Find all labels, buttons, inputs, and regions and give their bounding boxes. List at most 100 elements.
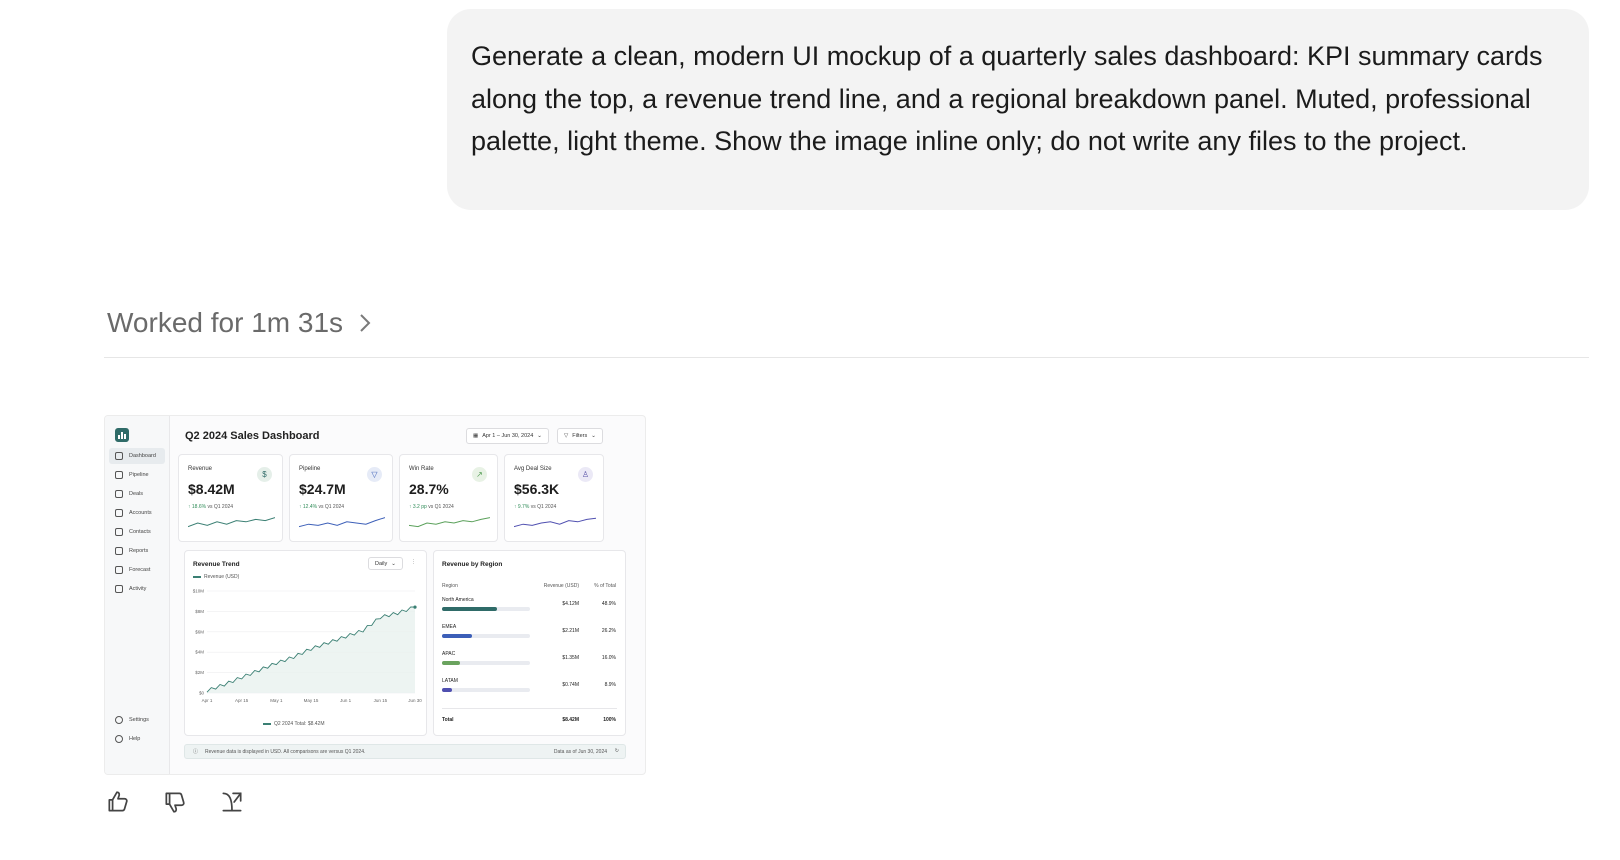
x-tick-label: May 1 — [270, 698, 283, 703]
region-bar-track — [442, 634, 530, 638]
logo-icon — [115, 428, 129, 442]
kpi-card-pipeline[interactable]: Pipeline $24.7M ▽ ↑ 12.4% vs Q1 2024 — [289, 454, 393, 542]
revenue-trend-panel: Revenue Trend Daily ⌄ ⋮ Revenue (USD) $0… — [184, 550, 427, 736]
legend-swatch — [193, 576, 201, 578]
region-name: EMEA — [442, 624, 457, 630]
kpi-delta: 9.7% — [517, 504, 530, 510]
y-tick-label: $6M — [195, 629, 204, 634]
gear-icon — [115, 716, 123, 724]
region-row[interactable]: LATAM $0.74M 8.9% — [434, 678, 625, 702]
kpi-card-revenue[interactable]: Revenue $8.42M $ ↑ 18.6% vs Q1 2024 — [178, 454, 283, 542]
col-region: Region — [442, 583, 458, 589]
kpi-change: ↑ 3.2 pp vs Q1 2024 — [409, 504, 454, 510]
thumbs-up-icon — [108, 791, 128, 812]
kpi-value: 28.7% — [409, 481, 449, 497]
footer-note: Revenue data is displayed in USD. All co… — [205, 749, 366, 755]
sidebar-item-label: Dashboard — [129, 453, 156, 459]
y-tick-label: $2M — [195, 670, 204, 675]
sparkline-path — [514, 517, 596, 528]
kpi-sparkline — [299, 517, 385, 528]
sidebar-item-pipeline[interactable]: Pipeline — [109, 467, 165, 483]
date-range-picker[interactable]: ▦ Apr 1 – Jun 30, 2024 ⌄ — [466, 428, 549, 444]
kpi-label: Revenue — [188, 466, 213, 472]
kpi-card-win-rate[interactable]: Win Rate 28.7% ↗ ↑ 3.2 pp vs Q1 2024 — [399, 454, 498, 542]
worked-toggle[interactable]: Worked for 1m 31s — [107, 307, 373, 339]
sidebar-item-label: Help — [129, 736, 141, 742]
x-tick-label: Jun 15 — [374, 698, 388, 703]
tray-icon — [115, 490, 123, 498]
share-button[interactable] — [218, 788, 246, 816]
sidebar-item-forecast[interactable]: Forecast — [109, 562, 165, 578]
divider — [104, 357, 1589, 358]
sidebar-item-reports[interactable]: Reports — [109, 543, 165, 559]
y-tick-label: $4M — [195, 650, 204, 655]
total-pct: 100% — [603, 717, 616, 723]
kpi-compare: vs Q1 2024 — [530, 504, 557, 510]
sparkline-path — [409, 517, 490, 528]
kpi-change: ↑ 18.6% vs Q1 2024 — [188, 504, 233, 510]
sidebar-item-label: Activity — [129, 586, 147, 592]
refresh-icon[interactable]: ↻ — [615, 748, 619, 754]
chevron-right-icon — [360, 314, 371, 332]
total-divider — [442, 708, 617, 709]
region-revenue: $0.74M — [562, 682, 579, 688]
sidebar-item-label: Contacts — [129, 529, 151, 535]
region-name: North America — [442, 597, 474, 603]
x-tick-label: Jun 30 — [408, 698, 422, 703]
thumbs-up-button[interactable] — [104, 788, 132, 816]
sidebar-item-contacts[interactable]: Contacts — [109, 524, 165, 540]
kpi-delta: 12.4% — [302, 504, 318, 510]
trend-total-label: Q2 2024 Total: $8.42M — [274, 721, 325, 727]
region-row[interactable]: North America $4.12M 48.9% — [434, 597, 625, 621]
user-message-text: Generate a clean, modern UI mockup of a … — [471, 41, 1543, 156]
region-row[interactable]: APAC $1.35M 16.0% — [434, 651, 625, 675]
sidebar-item-label: Accounts — [129, 510, 152, 516]
x-tick-label: Apr 1 — [202, 698, 213, 703]
x-tick-label: Apr 15 — [235, 698, 249, 703]
sidebar-item-label: Deals — [129, 491, 144, 497]
period-select[interactable]: Daily ⌄ — [368, 557, 403, 570]
more-options-icon[interactable]: ⋮ — [411, 559, 416, 565]
footer-as-of: Data as of Jun 30, 2024 — [553, 749, 607, 755]
region-revenue: $1.35M — [562, 655, 579, 661]
sidebar-item-activity[interactable]: Activity — [109, 581, 165, 597]
kpi-card-avg-deal-size[interactable]: Avg Deal Size $56.3K ♙ ↑ 9.7% vs Q1 2024 — [504, 454, 604, 542]
help-icon — [115, 735, 123, 743]
filters-label: Filters — [572, 433, 588, 439]
sidebar-item-accounts[interactable]: Accounts — [109, 505, 165, 521]
region-bar-fill — [442, 634, 472, 638]
region-bar-track — [442, 607, 530, 611]
region-pct: 26.2% — [601, 628, 616, 634]
region-name: APAC — [442, 651, 456, 657]
filters-button[interactable]: ▽ Filters ⌄ — [557, 428, 603, 444]
dashboard-sidebar: Dashboard Pipeline Deals Accounts Contacts Re… — [105, 416, 170, 774]
trend-legend: Revenue (USD) — [193, 574, 239, 580]
legend-label: Revenue (USD) — [204, 574, 240, 580]
revenue-by-region-panel: Revenue by Region Region Revenue (USD) %… — [433, 550, 626, 736]
info-icon: ⓘ — [193, 749, 199, 755]
share-icon — [222, 792, 242, 812]
col-pct: % of Total — [594, 583, 616, 589]
pulse-icon — [115, 585, 123, 593]
kpi-change: ↑ 9.7% vs Q1 2024 — [514, 504, 556, 510]
legend-swatch — [263, 723, 271, 725]
message-actions — [104, 788, 246, 816]
chevron-down-icon: ⌄ — [391, 560, 396, 567]
region-revenue: $4.12M — [562, 601, 579, 607]
chevron-down-icon: ⌄ — [591, 433, 596, 439]
region-row[interactable]: EMEA $2.21M 26.2% — [434, 624, 625, 648]
chevron-down-icon: ⌄ — [537, 433, 542, 439]
region-revenue: $2.21M — [562, 628, 579, 634]
thumbs-down-button[interactable] — [161, 788, 189, 816]
sidebar-item-help[interactable]: Help — [109, 731, 165, 747]
sparkline-path — [188, 517, 275, 528]
region-pct: 48.9% — [601, 601, 616, 607]
generated-image[interactable]: Dashboard Pipeline Deals Accounts Contacts Re… — [104, 415, 646, 775]
sidebar-item-dashboard[interactable]: Dashboard — [109, 448, 165, 464]
total-label: Total — [442, 717, 454, 723]
kpi-change: ↑ 12.4% vs Q1 2024 — [299, 504, 344, 510]
kpi-sparkline — [514, 517, 596, 528]
region-name: LATAM — [442, 678, 458, 684]
sidebar-item-settings[interactable]: Settings — [109, 712, 165, 728]
sidebar-item-deals[interactable]: Deals — [109, 486, 165, 502]
